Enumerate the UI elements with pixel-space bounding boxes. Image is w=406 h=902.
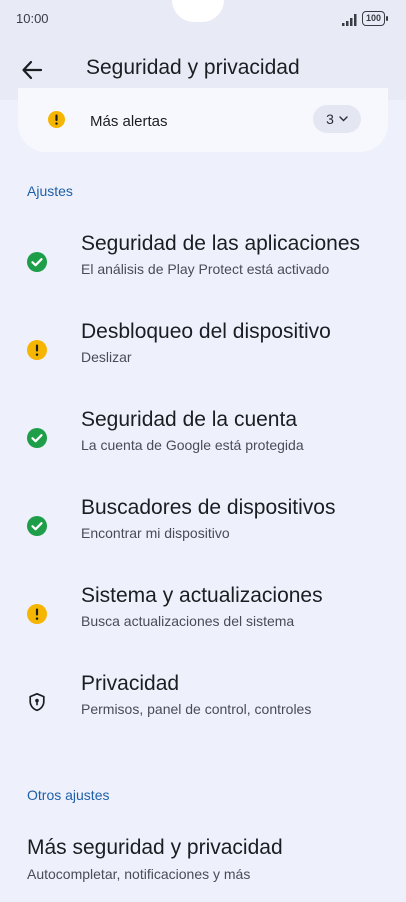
settings-item-app-security[interactable]: Seguridad de las aplicaciones El análisi… — [0, 214, 406, 300]
arrow-back-icon — [22, 60, 43, 80]
settings-item-subtitle: Deslizar — [81, 349, 132, 365]
warning-icon — [27, 604, 47, 624]
settings-item-subtitle: Permisos, panel de control, controles — [81, 701, 312, 717]
check-circle-icon — [27, 516, 47, 536]
shield-lock-icon — [29, 692, 45, 712]
settings-item-system-updates[interactable]: Sistema y actualizaciones Busca actualiz… — [0, 566, 406, 652]
more-alerts-card[interactable]: Más alertas 3 — [18, 88, 388, 152]
section-header-settings: Ajustes — [27, 183, 73, 199]
settings-item-account-security[interactable]: Seguridad de la cuenta La cuenta de Goog… — [0, 390, 406, 476]
signal-icon — [342, 14, 357, 26]
section-header-other-settings: Otros ajustes — [27, 787, 110, 803]
back-button[interactable] — [14, 52, 50, 88]
battery-icon: 100 — [362, 11, 389, 26]
check-circle-icon — [27, 252, 47, 272]
more-alerts-label: Más alertas — [90, 113, 168, 130]
settings-item-title: Privacidad — [81, 672, 180, 695]
settings-item-subtitle: Autocompletar, notificaciones y más — [27, 866, 251, 882]
settings-item-subtitle: La cuenta de Google está protegida — [81, 437, 304, 453]
chevron-down-icon — [339, 116, 348, 122]
settings-item-title: Más seguridad y privacidad — [27, 836, 283, 859]
warning-icon — [48, 111, 65, 128]
settings-item-subtitle: Busca actualizaciones del sistema — [81, 613, 295, 629]
settings-item-privacy[interactable]: Privacidad Permisos, panel de control, c… — [0, 654, 406, 740]
settings-item-title: Seguridad de las aplicaciones — [81, 232, 361, 255]
status-bar: 10:00 100 — [0, 0, 406, 38]
alerts-count-chip[interactable]: 3 — [313, 105, 361, 133]
settings-item-device-unlock[interactable]: Desbloqueo del dispositivo Deslizar — [0, 302, 406, 388]
settings-item-title: Desbloqueo del dispositivo — [81, 320, 331, 343]
settings-item-subtitle: Encontrar mi dispositivo — [81, 525, 230, 541]
camera-notch — [172, 0, 224, 22]
settings-item-device-finders[interactable]: Buscadores de dispositivos Encontrar mi … — [0, 478, 406, 564]
page-title: Seguridad y privacidad — [86, 56, 300, 79]
settings-item-title: Seguridad de la cuenta — [81, 408, 297, 431]
alerts-count: 3 — [326, 111, 334, 127]
settings-item-subtitle: El análisis de Play Protect está activad… — [81, 261, 330, 277]
settings-item-title: Sistema y actualizaciones — [81, 584, 323, 607]
warning-icon — [27, 340, 47, 360]
status-time: 10:00 — [16, 11, 49, 26]
check-circle-icon — [27, 428, 47, 448]
settings-item-title: Buscadores de dispositivos — [81, 496, 336, 519]
